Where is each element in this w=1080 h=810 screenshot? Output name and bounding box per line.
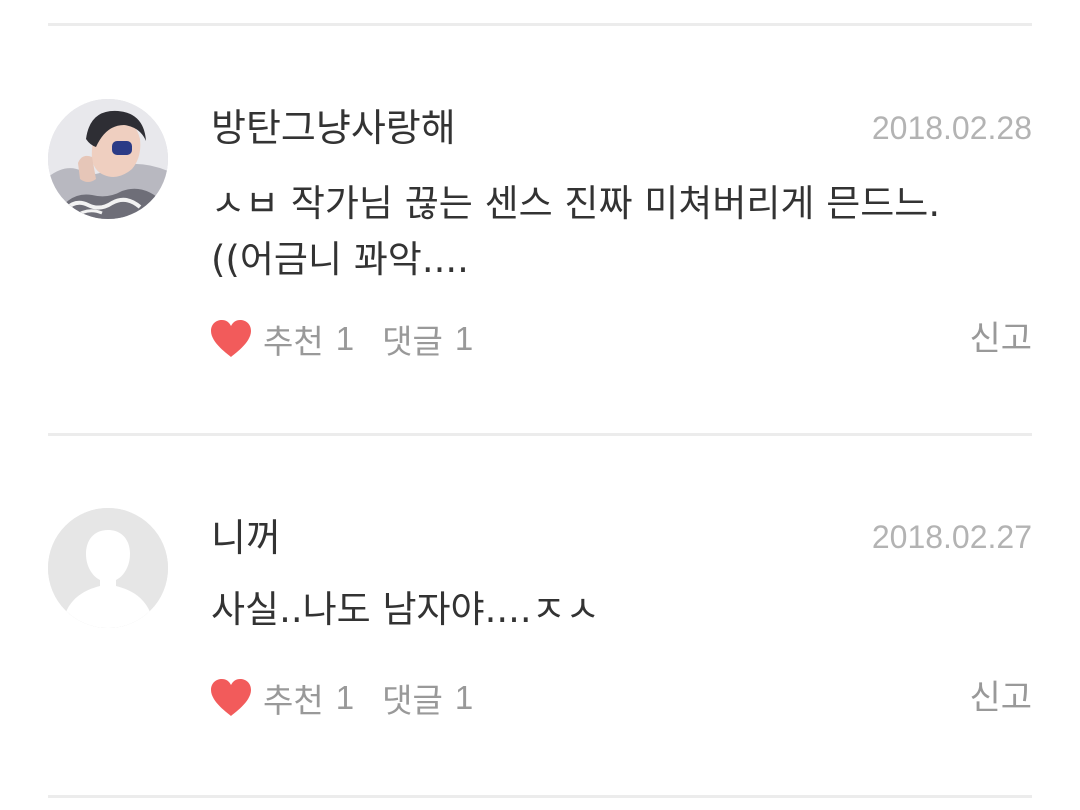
comment-actions: 추천 1 댓글 1 [209,675,473,721]
like-button[interactable]: 추천 1 [209,674,354,722]
divider [48,433,1032,436]
like-button[interactable]: 추천 1 [209,315,354,363]
default-user-icon [48,508,168,628]
divider-top [48,23,1032,26]
avatar[interactable] [48,99,168,219]
comment-text: ㅅㅂ 작가님 끊는 센스 진짜 미쳐버리게 믄드느. ((어금니 꽈악.... [211,182,941,281]
comment-author[interactable]: 니꺼 [211,516,281,560]
report-button[interactable]: 신고 [969,316,1032,362]
report-button[interactable]: 신고 [969,675,1032,721]
like-label: 추천 [263,322,324,361]
heart-icon [211,679,251,716]
reply-label: 댓글 [382,322,443,361]
reply-button[interactable]: 댓글 1 [382,674,473,722]
like-label: 추천 [263,681,324,720]
comment-author[interactable]: 방탄그냥사랑해 [211,106,456,150]
like-count: 1 [335,679,355,716]
comment-text: 사실..나도 남자야....ㅈㅅ [211,588,600,631]
heart-icon [211,320,251,357]
avatar[interactable] [48,508,168,628]
user-photo-icon [48,99,168,219]
reply-count: 1 [454,320,474,357]
divider [48,795,1032,798]
comment-actions: 추천 1 댓글 1 [209,316,473,362]
comment-date: 2018.02.27 [871,519,1032,555]
reply-label: 댓글 [382,681,443,720]
reply-count: 1 [454,679,474,716]
like-count: 1 [335,320,355,357]
reply-button[interactable]: 댓글 1 [382,315,473,363]
comment-date: 2018.02.28 [871,110,1032,146]
